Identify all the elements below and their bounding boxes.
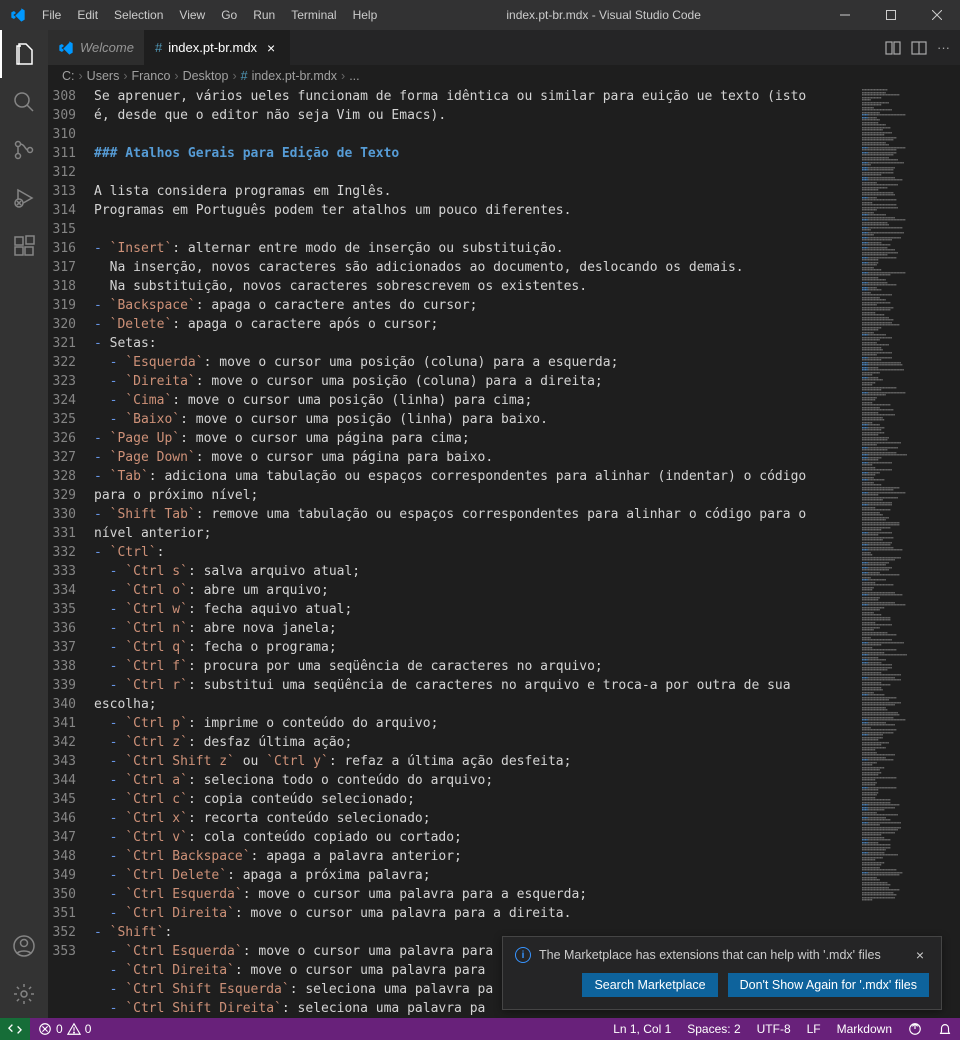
code-content[interactable]: Se aprenuer, vários ueles funcionam de f… xyxy=(94,87,860,1018)
tab-bar: Welcome # index.pt-br.mdx × ··· xyxy=(48,30,960,65)
run-debug-icon[interactable] xyxy=(0,174,48,222)
menubar: FileEditSelectionViewGoRunTerminalHelp xyxy=(34,0,385,30)
breadcrumb-segment[interactable]: Users xyxy=(87,69,120,83)
search-marketplace-button[interactable]: Search Marketplace xyxy=(582,973,717,997)
problems-indicator[interactable]: 0 0 xyxy=(30,1018,99,1040)
feedback-icon[interactable] xyxy=(900,1018,930,1040)
close-window-button[interactable] xyxy=(914,0,960,30)
dont-show-again-button[interactable]: Don't Show Again for '.mdx' files xyxy=(728,973,929,997)
tab-welcome[interactable]: Welcome xyxy=(48,30,145,65)
close-notification-icon[interactable]: × xyxy=(911,947,929,963)
maximize-button[interactable] xyxy=(868,0,914,30)
explorer-icon[interactable] xyxy=(0,30,48,78)
menu-view[interactable]: View xyxy=(171,0,213,30)
window-title: index.pt-br.mdx - Visual Studio Code xyxy=(385,8,822,22)
tab-label: index.pt-br.mdx xyxy=(168,40,257,55)
remote-indicator[interactable] xyxy=(0,1018,30,1040)
vscode-icon xyxy=(10,7,26,23)
indent-setting[interactable]: Spaces: 2 xyxy=(679,1018,748,1040)
activity-bar xyxy=(0,30,48,1018)
markdown-file-icon: # xyxy=(155,40,162,55)
menu-run[interactable]: Run xyxy=(245,0,283,30)
breadcrumb-segment[interactable]: C: xyxy=(62,69,75,83)
accounts-icon[interactable] xyxy=(0,922,48,970)
menu-selection[interactable]: Selection xyxy=(106,0,171,30)
menu-edit[interactable]: Edit xyxy=(69,0,106,30)
breadcrumb-segment[interactable]: ... xyxy=(349,69,359,83)
info-icon: i xyxy=(515,947,531,963)
cursor-position[interactable]: Ln 1, Col 1 xyxy=(605,1018,679,1040)
language-mode[interactable]: Markdown xyxy=(829,1018,900,1040)
notifications-icon[interactable] xyxy=(930,1018,960,1040)
menu-go[interactable]: Go xyxy=(213,0,245,30)
extensions-icon[interactable] xyxy=(0,222,48,270)
status-bar: 0 0 Ln 1, Col 1 Spaces: 2 UTF-8 LF Markd… xyxy=(0,1018,960,1040)
close-tab-icon[interactable]: × xyxy=(263,40,279,56)
titlebar: FileEditSelectionViewGoRunTerminalHelp i… xyxy=(0,0,960,30)
tab-index-mdx[interactable]: # index.pt-br.mdx × xyxy=(145,30,290,65)
more-actions-icon[interactable]: ··· xyxy=(937,40,950,55)
editor-area: Welcome # index.pt-br.mdx × ··· C:›Users… xyxy=(48,30,960,1018)
source-control-icon[interactable] xyxy=(0,126,48,174)
menu-terminal[interactable]: Terminal xyxy=(283,0,344,30)
tab-label: Welcome xyxy=(80,40,134,55)
breadcrumb-segment[interactable]: Desktop xyxy=(183,69,229,83)
minimize-button[interactable] xyxy=(822,0,868,30)
breadcrumb-segment[interactable]: # index.pt-br.mdx xyxy=(241,69,337,83)
menu-help[interactable]: Help xyxy=(345,0,386,30)
settings-gear-icon[interactable] xyxy=(0,970,48,1018)
eol[interactable]: LF xyxy=(799,1018,829,1040)
line-gutter: 3083093103113123133143153163173183193203… xyxy=(48,87,94,1018)
extension-notification: i The Marketplace has extensions that ca… xyxy=(502,936,942,1010)
breadcrumb[interactable]: C:›Users›Franco›Desktop›# index.pt-br.md… xyxy=(48,65,960,87)
split-editor-icon[interactable] xyxy=(911,40,927,56)
encoding[interactable]: UTF-8 xyxy=(749,1018,799,1040)
notification-message: The Marketplace has extensions that can … xyxy=(539,948,903,962)
split-compare-icon[interactable] xyxy=(885,40,901,56)
breadcrumb-segment[interactable]: Franco xyxy=(132,69,171,83)
search-icon[interactable] xyxy=(0,78,48,126)
minimap[interactable]: ████████████████████████████████████████… xyxy=(860,87,960,1018)
menu-file[interactable]: File xyxy=(34,0,69,30)
